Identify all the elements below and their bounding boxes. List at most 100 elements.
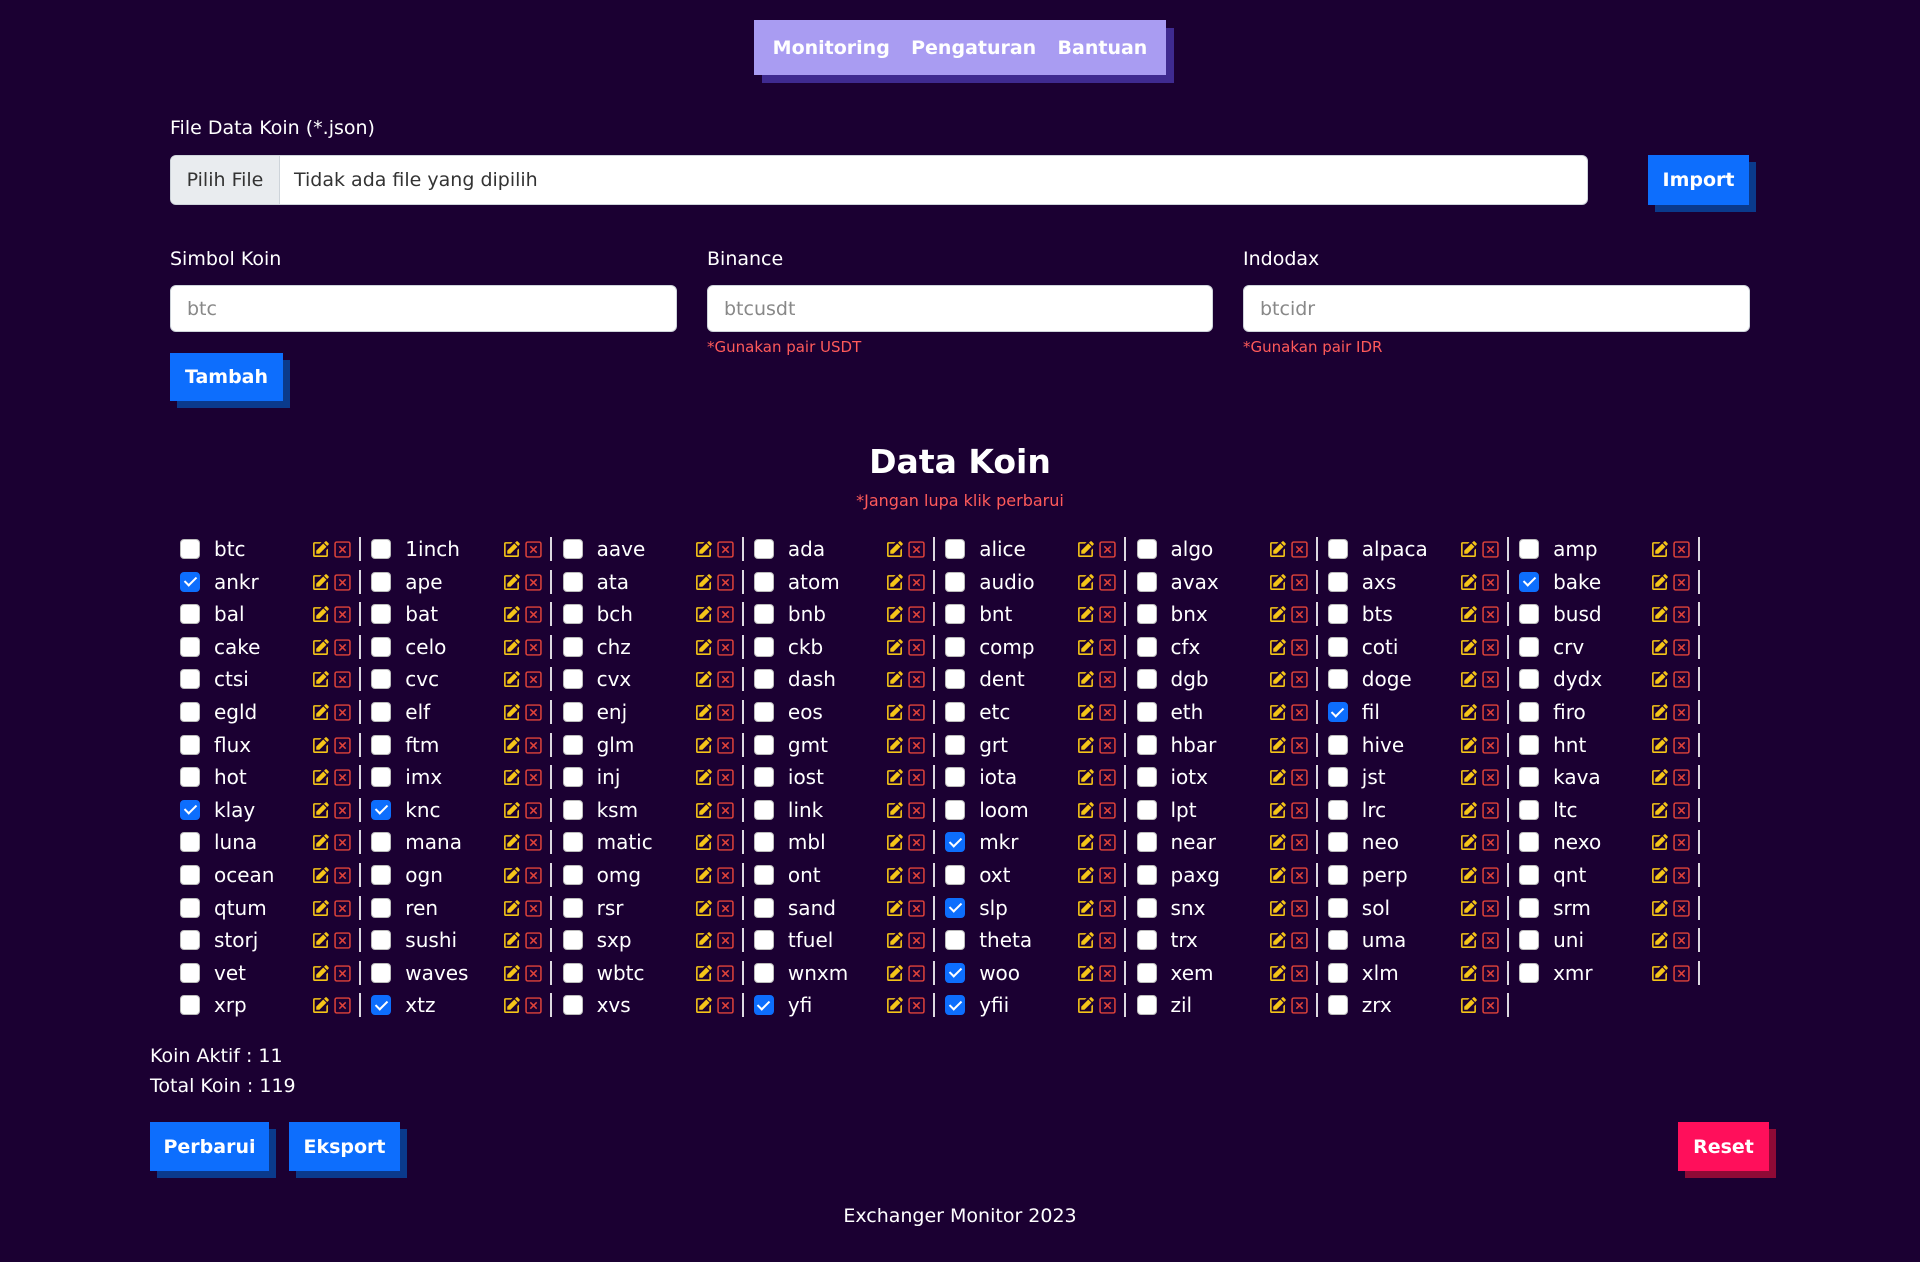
pencil-square-icon[interactable] xyxy=(886,606,903,623)
x-square-icon[interactable] xyxy=(1673,965,1690,982)
pencil-square-icon[interactable] xyxy=(1269,867,1286,884)
x-square-icon[interactable] xyxy=(1290,997,1308,1015)
pencil-square-icon[interactable] xyxy=(695,834,712,851)
x-square-icon[interactable] xyxy=(908,671,925,689)
pencil-square-icon[interactable] xyxy=(312,541,329,558)
coin-checkbox[interactable] xyxy=(1327,539,1348,559)
coin-checkbox[interactable] xyxy=(1327,832,1348,853)
x-square-icon[interactable] xyxy=(525,704,542,721)
reset-button[interactable]: Reset xyxy=(1678,1122,1769,1171)
x-square-icon[interactable] xyxy=(1673,899,1690,917)
pencil-square-icon[interactable] xyxy=(1269,541,1286,558)
coin-checkbox[interactable] xyxy=(1327,865,1348,885)
coin-checkbox[interactable] xyxy=(180,767,200,788)
x-square-icon[interactable] xyxy=(1099,671,1116,689)
x-square-icon[interactable] xyxy=(525,573,542,591)
coin-checkbox[interactable] xyxy=(1327,636,1348,657)
pencil-square-icon[interactable] xyxy=(886,834,903,851)
x-square-icon[interactable] xyxy=(1673,541,1690,558)
x-square-icon[interactable] xyxy=(716,932,734,949)
x-square-icon[interactable] xyxy=(1099,736,1116,754)
x-square-icon[interactable] xyxy=(1673,573,1690,591)
pencil-square-icon[interactable] xyxy=(1077,802,1094,819)
pencil-square-icon[interactable] xyxy=(695,997,712,1014)
coin-checkbox[interactable] xyxy=(1327,669,1348,690)
coin-checkbox[interactable] xyxy=(1327,930,1348,951)
coin-checkbox[interactable] xyxy=(562,930,583,951)
pencil-square-icon[interactable] xyxy=(1460,932,1477,949)
coin-checkbox[interactable] xyxy=(1136,636,1157,657)
x-square-icon[interactable] xyxy=(1482,802,1499,819)
pencil-square-icon[interactable] xyxy=(695,867,712,884)
coin-checkbox[interactable] xyxy=(1519,636,1540,657)
coin-checkbox[interactable] xyxy=(1136,669,1157,690)
pencil-square-icon[interactable] xyxy=(312,606,329,623)
add-button[interactable]: Tambah xyxy=(170,353,283,401)
coin-checkbox[interactable] xyxy=(1519,897,1540,918)
x-square-icon[interactable] xyxy=(334,671,351,689)
coin-checkbox[interactable] xyxy=(180,897,200,918)
coin-checkbox[interactable] xyxy=(1519,539,1540,559)
coin-checkbox[interactable] xyxy=(1136,539,1157,559)
nav-bantuan[interactable]: Bantuan xyxy=(1058,37,1148,59)
coin-checkbox[interactable] xyxy=(1327,702,1348,722)
x-square-icon[interactable] xyxy=(334,899,351,917)
coin-checkbox[interactable] xyxy=(945,669,966,690)
x-square-icon[interactable] xyxy=(1290,639,1308,656)
pencil-square-icon[interactable] xyxy=(1269,573,1286,591)
x-square-icon[interactable] xyxy=(334,704,351,721)
file-input[interactable]: Pilih File Tidak ada file yang dipilih xyxy=(170,155,1588,205)
x-square-icon[interactable] xyxy=(334,834,351,852)
coin-checkbox[interactable] xyxy=(1327,962,1348,983)
x-square-icon[interactable] xyxy=(525,606,542,623)
x-square-icon[interactable] xyxy=(1290,606,1308,623)
x-square-icon[interactable] xyxy=(525,867,542,884)
pencil-square-icon[interactable] xyxy=(886,867,903,884)
pencil-square-icon[interactable] xyxy=(1269,639,1286,656)
x-square-icon[interactable] xyxy=(1290,704,1308,721)
coin-checkbox[interactable] xyxy=(945,539,966,559)
x-square-icon[interactable] xyxy=(1099,606,1116,623)
coin-checkbox[interactable] xyxy=(1136,702,1157,722)
coin-checkbox[interactable] xyxy=(371,995,392,1016)
coin-checkbox[interactable] xyxy=(945,571,966,592)
x-square-icon[interactable] xyxy=(1673,606,1690,623)
pencil-square-icon[interactable] xyxy=(1651,606,1668,623)
coin-checkbox[interactable] xyxy=(180,962,200,983)
pencil-square-icon[interactable] xyxy=(886,639,903,656)
coin-checkbox[interactable] xyxy=(180,539,200,559)
pencil-square-icon[interactable] xyxy=(695,639,712,656)
coin-checkbox[interactable] xyxy=(371,571,392,592)
coin-checkbox[interactable] xyxy=(180,832,200,853)
coin-checkbox[interactable] xyxy=(180,865,200,885)
pencil-square-icon[interactable] xyxy=(312,899,329,917)
pencil-square-icon[interactable] xyxy=(503,802,521,819)
coin-checkbox[interactable] xyxy=(1519,930,1540,951)
coin-checkbox[interactable] xyxy=(371,897,392,918)
coin-checkbox[interactable] xyxy=(562,897,583,918)
coin-checkbox[interactable] xyxy=(945,962,966,983)
coin-checkbox[interactable] xyxy=(945,832,966,853)
x-square-icon[interactable] xyxy=(525,769,542,786)
coin-checkbox[interactable] xyxy=(180,669,200,690)
pencil-square-icon[interactable] xyxy=(503,704,521,721)
coin-checkbox[interactable] xyxy=(371,539,392,559)
pencil-square-icon[interactable] xyxy=(886,671,903,688)
pencil-square-icon[interactable] xyxy=(503,834,521,851)
pencil-square-icon[interactable] xyxy=(1460,736,1477,754)
x-square-icon[interactable] xyxy=(334,541,351,558)
pencil-square-icon[interactable] xyxy=(1269,965,1286,982)
x-square-icon[interactable] xyxy=(334,736,351,754)
pencil-square-icon[interactable] xyxy=(695,573,712,591)
pencil-square-icon[interactable] xyxy=(1269,834,1286,851)
x-square-icon[interactable] xyxy=(1673,932,1690,949)
coin-checkbox[interactable] xyxy=(753,767,774,788)
coin-checkbox[interactable] xyxy=(180,734,200,755)
coin-checkbox[interactable] xyxy=(1136,767,1157,788)
coin-checkbox[interactable] xyxy=(1136,734,1157,755)
pencil-square-icon[interactable] xyxy=(312,867,329,884)
coin-checkbox[interactable] xyxy=(371,669,392,690)
coin-checkbox[interactable] xyxy=(1327,995,1348,1016)
coin-checkbox[interactable] xyxy=(1519,832,1540,853)
pencil-square-icon[interactable] xyxy=(886,899,903,917)
